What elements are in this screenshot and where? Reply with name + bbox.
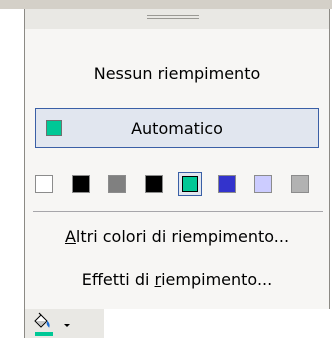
more-fill-colors-option[interactable]: Altri colori di riempimento... [25, 227, 329, 246]
color-swatch-3[interactable] [108, 175, 126, 193]
no-fill-option[interactable]: Nessun riempimento [25, 64, 329, 83]
color-swatch-8[interactable] [291, 175, 309, 193]
fill-effects-label-post: iempimento... [161, 270, 273, 289]
color-swatch-1[interactable] [35, 175, 53, 193]
fill-effects-label-pre: Effetti di [81, 270, 155, 289]
fill-color-palette: Nessun riempimento Automatico Altri colo… [24, 9, 330, 309]
paint-bucket-icon [34, 312, 50, 328]
color-swatch-5[interactable] [178, 172, 202, 196]
automatic-color-label: Automatico [131, 119, 223, 138]
fill-color-dropdown-button[interactable] [60, 312, 74, 336]
color-swatch-2[interactable] [72, 175, 90, 193]
window-background-strip [0, 0, 332, 9]
fill-effects-option[interactable]: Effetti di riempimento... [25, 270, 329, 289]
fill-color-popup: Nessun riempimento Automatico Altri colo… [0, 0, 332, 338]
color-swatch-4[interactable] [145, 175, 163, 193]
current-fill-color-bar [35, 332, 53, 336]
palette-drag-bar[interactable] [25, 9, 329, 29]
more-colors-accelerator: A [64, 227, 76, 246]
fill-color-button[interactable] [31, 312, 57, 336]
color-swatch-7[interactable] [254, 175, 272, 193]
chevron-down-icon [64, 324, 70, 327]
selected-color-swatch [182, 176, 198, 192]
color-swatch-row [33, 172, 323, 196]
automatic-color-option[interactable]: Automatico [35, 108, 319, 148]
fill-color-toolbar [24, 309, 104, 338]
color-swatch-6[interactable] [218, 175, 236, 193]
more-colors-label: ltri colori di riempimento... [75, 227, 290, 246]
menu-divider [33, 211, 323, 212]
grip-handle-icon[interactable] [147, 15, 199, 23]
